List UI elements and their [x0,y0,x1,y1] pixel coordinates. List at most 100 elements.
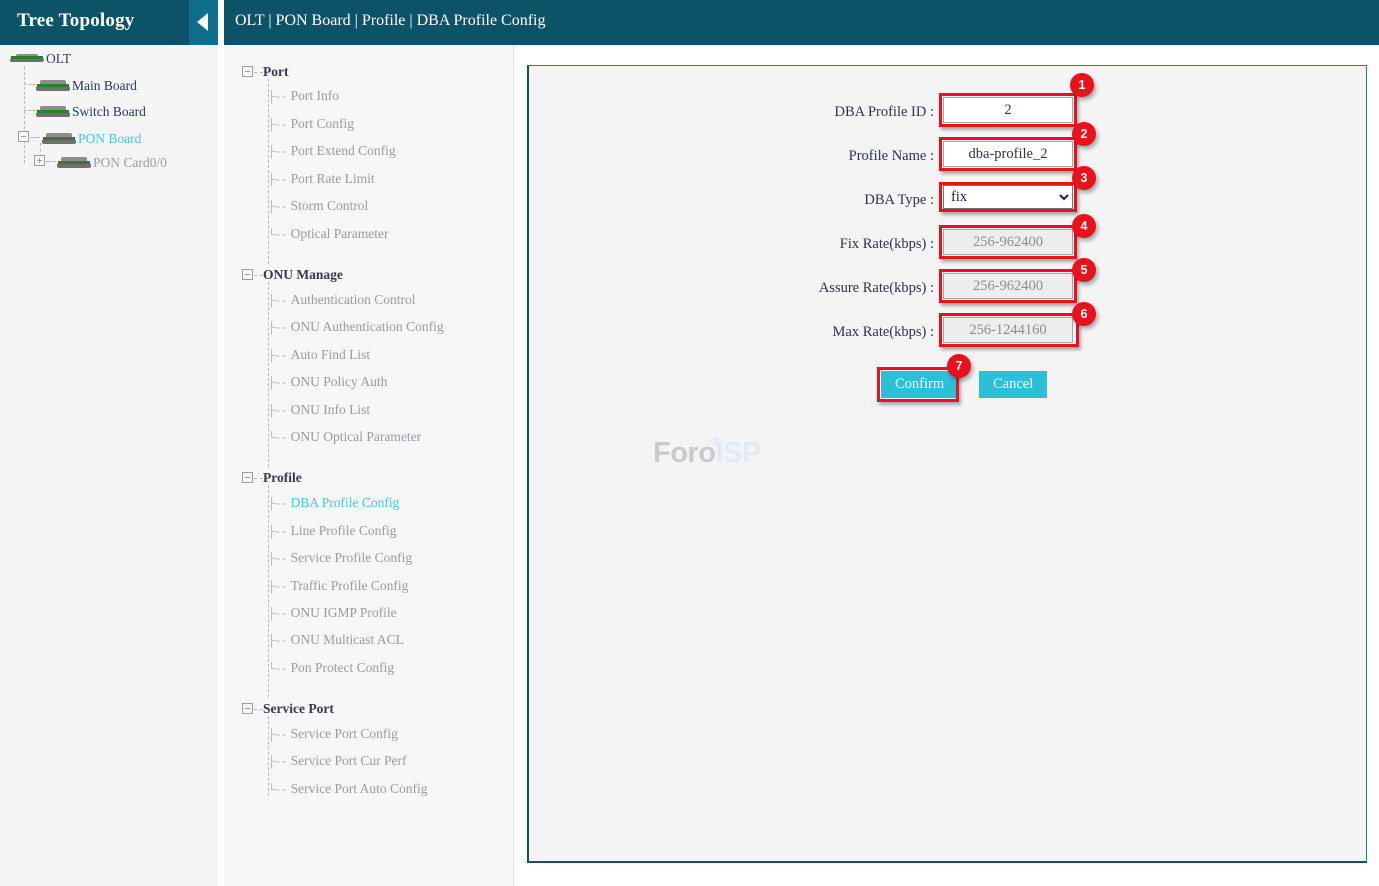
menu-item-service-profile-config[interactable]: ├-- Service Profile Config [268,549,412,567]
menu-item-storm-control[interactable]: ├-- Storm Control [268,197,368,215]
menu-item-onu-igmp-profile[interactable]: ├-- ONU IGMP Profile [268,604,397,622]
dba-profile-id-input[interactable] [943,97,1073,123]
tree-branch-icon: ├-- [268,634,288,648]
menu-item-authentication-control[interactable]: ├-- Authentication Control [268,291,415,309]
antenna-signal-icon [707,436,725,446]
annotation-badge-7: 7 [947,354,971,378]
tree-branch-icon: └-- [268,783,288,797]
menu-item-label: Authentication Control [290,292,416,307]
tree-connector [46,161,56,162]
tree-node-label: Switch Board [72,103,146,119]
device-board-icon [10,53,44,64]
tree-branch-icon: └-- [268,228,288,242]
annotation-badge-5: 5 [1072,258,1096,282]
menu-item-label: Optical Parameter [290,226,389,241]
tree-branch-icon: ├-- [268,728,288,742]
field-control [943,317,1073,343]
sidebar-collapse-button[interactable] [189,0,218,45]
tree-branch-icon: ├-- [268,321,288,335]
field-label: Max Rate(kbps) : [832,324,934,340]
tree-branch-icon: ├-- [268,404,288,418]
menu-item-label: Service Port Config [290,726,398,741]
tree-node-pon-card[interactable]: PON Card0/0 [57,153,167,171]
menu-item-auto-find-list[interactable]: ├-- Auto Find List [268,346,370,364]
profile-name-input[interactable] [943,141,1073,167]
menu-item-traffic-profile-config[interactable]: ├-- Traffic Profile Config [268,577,408,595]
menu-item-label: Pon Protect Config [290,660,395,675]
tree-branch-icon: ├-- [268,552,288,566]
tree-connector [24,67,25,163]
tree-connector [254,275,263,276]
menu-item-dba-profile-config[interactable]: ├-- DBA Profile Config [268,494,399,512]
menu-item-label: Line Profile Config [290,523,397,538]
fix-rate-input[interactable] [943,229,1073,255]
tree-connector [254,478,263,479]
menu-group-service-port[interactable]: Service Port [263,700,334,718]
menu-item-label: ONU Authentication Config [290,319,444,334]
menu-toggle-onu-manage[interactable] [242,269,253,280]
menu-item-label: Storm Control [290,198,369,213]
menu-group-label: Port [263,64,289,79]
menu-item-port-rate-limit[interactable]: ├-- Port Rate Limit [268,170,375,188]
tree-node-label: PON Board [78,130,142,146]
menu-toggle-port[interactable] [242,66,253,77]
tree-topology-panel: Tree Topology OLT Main Board Switch Boar… [0,0,218,886]
tree-node-main-board[interactable]: Main Board [36,76,137,94]
tree-branch-icon: ├-- [268,118,288,132]
menu-item-onu-multicast-acl[interactable]: ├-- ONU Multicast ACL [268,631,404,649]
field-label: Fix Rate(kbps) : [839,236,934,252]
confirm-button[interactable]: Confirm [881,371,959,398]
main-content-area: DBA Profile ID : Profile Name : DBA Type… [515,46,1379,886]
menu-item-port-config[interactable]: ├-- Port Config [268,115,354,133]
tree-connector [24,84,36,85]
menu-item-service-port-cur-perf[interactable]: ├-- Service Port Cur Perf [268,752,406,770]
field-control [943,97,1073,123]
tree-node-olt[interactable]: OLT [10,49,71,67]
dba-profile-form-panel: DBA Profile ID : Profile Name : DBA Type… [527,65,1367,863]
menu-toggle-service-port[interactable] [242,703,253,714]
tree-connector [254,709,263,710]
tree-node-pon-board[interactable]: PON Board [42,129,141,147]
menu-item-label: Port Info [290,88,339,103]
menu-group-label: ONU Manage [263,267,343,282]
menu-item-service-port-auto-config[interactable]: └-- Service Port Auto Config [268,780,427,798]
menu-item-line-profile-config[interactable]: ├-- Line Profile Config [268,522,396,540]
menu-item-port-info[interactable]: ├-- Port Info [268,87,339,105]
tree-branch-icon: ├-- [268,497,288,511]
device-board-icon [36,106,70,118]
menu-item-pon-protect-config[interactable]: └-- Pon Protect Config [268,659,394,677]
menu-item-onu-info-list[interactable]: ├-- ONU Info List [268,401,370,419]
menu-item-label: ONU Policy Auth [290,374,388,389]
menu-item-port-extend-config[interactable]: ├-- Port Extend Config [268,142,396,160]
menu-item-optical-parameter[interactable]: └-- Optical Parameter [268,225,388,243]
tree-branch-icon: ├-- [268,145,288,159]
menu-toggle-profile[interactable] [242,472,253,483]
assure-rate-input[interactable] [943,273,1073,299]
tree-branch-icon: ├-- [268,376,288,390]
menu-group-onu-manage[interactable]: ONU Manage [263,266,343,284]
tree-branch-icon: ├-- [268,755,288,769]
menu-item-label: ONU Multicast ACL [290,632,404,647]
menu-item-onu-optical-parameter[interactable]: └-- ONU Optical Parameter [268,428,421,446]
field-row-assure-rate: Assure Rate(kbps) : [529,273,1129,303]
menu-group-port[interactable]: Port [263,63,288,81]
tree-connector [254,72,263,73]
menu-item-service-port-config[interactable]: ├-- Service Port Config [268,725,398,743]
tree-branch-icon: ├-- [268,173,288,187]
field-control [943,141,1073,167]
tree-toggle-pon-card[interactable] [34,155,45,166]
menu-item-onu-policy-auth[interactable]: ├-- ONU Policy Auth [268,373,387,391]
tree-toggle-pon-board[interactable] [18,131,29,142]
field-row-profile-name: Profile Name : [529,141,1129,171]
annotation-badge-2: 2 [1072,122,1096,146]
menu-item-label: Service Profile Config [290,550,413,565]
tree-connector [24,110,36,111]
max-rate-input[interactable] [943,317,1073,343]
field-label: DBA Type : [864,192,934,208]
tree-node-switch-board[interactable]: Switch Board [36,102,146,120]
menu-item-onu-authentication-config[interactable]: ├-- ONU Authentication Config [268,318,444,336]
navigation-menu-column: Port ├-- Port Info ├-- Port Config ├-- Port… [224,46,514,886]
dba-type-select[interactable]: fixassureassure+maxmax [943,185,1073,209]
menu-item-label: Service Port Cur Perf [290,753,407,768]
cancel-button[interactable]: Cancel [979,371,1048,398]
